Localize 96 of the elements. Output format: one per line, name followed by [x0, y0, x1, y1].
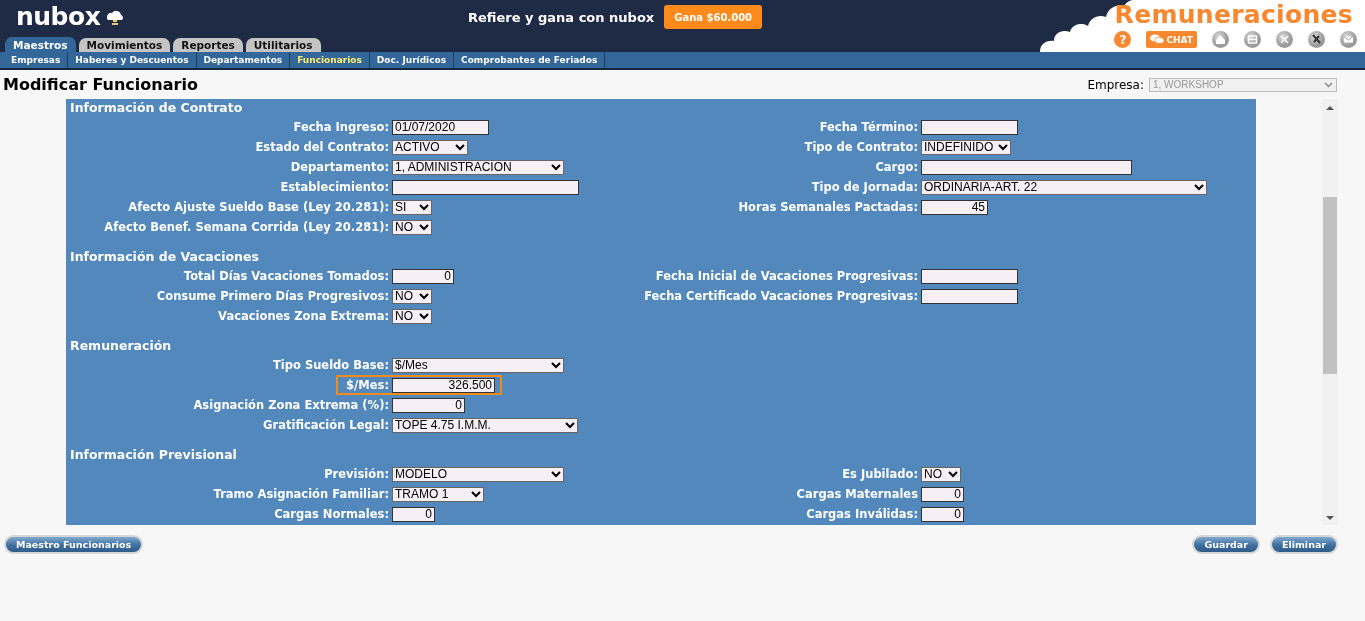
scrollbar[interactable]	[1322, 99, 1338, 525]
input-field[interactable]	[921, 288, 1018, 304]
field-label: Fecha Inicial de Vacaciones Progresivas:	[655, 269, 918, 283]
input-field[interactable]	[921, 268, 1018, 284]
scroll-up-icon[interactable]	[1326, 105, 1334, 111]
caret-icon	[551, 163, 561, 171]
nav-tab[interactable]: Movimientos	[78, 38, 171, 52]
home-icon[interactable]	[1212, 31, 1229, 48]
promo-text: Refiere y gana con nubox	[468, 9, 655, 25]
input-field[interactable]: 0	[392, 397, 465, 413]
section-heading: Remuneración	[70, 338, 173, 355]
field-label: Estado del Contrato:	[255, 140, 389, 154]
input-field[interactable]	[392, 179, 579, 195]
field-label: Vacaciones Zona Extrema:	[218, 309, 389, 323]
field-label: Establecimiento:	[280, 180, 389, 194]
field-label: Consume Primero Días Progresivos:	[156, 289, 389, 303]
field-label: Asignación Zona Extrema (%):	[193, 398, 389, 412]
caret-icon	[1194, 183, 1204, 191]
field-label: Es Jubilado:	[842, 467, 918, 481]
dropdown[interactable]: ACTIVO	[392, 139, 468, 155]
caret-icon	[551, 470, 561, 478]
input-field[interactable]: 45	[921, 199, 988, 215]
field-label: Empresa:	[1087, 77, 1144, 92]
input-field[interactable]: 01/07/2020	[392, 119, 489, 135]
field-label: Afecto Benef. Semana Corrida (Ley 20.281):	[104, 220, 389, 234]
field-label: $/Mes:	[346, 378, 389, 392]
dropdown[interactable]: $/Mes	[392, 357, 564, 373]
caret-icon	[419, 223, 429, 231]
field-label: Cargas Normales:	[274, 507, 389, 521]
nav-tab[interactable]: Utilitarios	[245, 38, 321, 52]
action-button[interactable]: Eliminar	[1269, 535, 1338, 554]
caret-icon	[471, 490, 481, 498]
input-field[interactable]	[921, 159, 1132, 175]
field-label: Fecha Ingreso:	[293, 120, 389, 134]
field-label: Total Días Vacaciones Tomados:	[183, 269, 389, 283]
field-label: Fecha Certificado Vacaciones Progresivas:	[644, 289, 918, 303]
form-icon[interactable]	[1244, 31, 1261, 48]
product-title: Remuneraciones	[1114, 0, 1353, 29]
caret-icon	[565, 421, 575, 429]
action-button[interactable]: Maestro Funcionarios	[4, 535, 144, 554]
dropdown[interactable]: TOPE 4.75 I.M.M.	[392, 417, 578, 433]
field-label: Tipo de Contrato:	[804, 140, 918, 154]
input-field[interactable]: 0	[921, 486, 964, 502]
subnav-link[interactable]: Empresas	[4, 52, 69, 68]
field-label: Horas Semanales Pactadas:	[738, 200, 918, 214]
field-label: Gratificación Legal:	[263, 418, 389, 432]
logo-text: nubox	[16, 2, 101, 31]
section-heading: Información Previsional	[70, 447, 238, 464]
field-label: Previsión:	[324, 467, 389, 481]
dropdown[interactable]: NO	[392, 288, 432, 304]
subnav-link[interactable]: Funcionarios	[290, 52, 370, 68]
caret-icon	[455, 143, 465, 151]
field-label: Tramo Asignación Familiar:	[213, 487, 389, 501]
input-field[interactable]: 0	[921, 506, 964, 522]
nav-tab[interactable]: Reportes	[173, 38, 243, 52]
caret-icon	[419, 292, 429, 300]
nav-tab[interactable]: Maestros	[5, 37, 76, 52]
caret-icon	[419, 203, 429, 211]
dropdown[interactable]: SI	[392, 199, 432, 215]
dropdown[interactable]: NO	[392, 308, 432, 324]
section-heading: Información de Contrato	[70, 100, 244, 117]
field-label: Afecto Ajuste Sueldo Base (Ley 20.281):	[128, 200, 389, 214]
dropdown[interactable]: MODELO	[392, 466, 564, 482]
input-field[interactable]: 0	[392, 506, 435, 522]
subnav-link[interactable]: Doc. Jurídicos	[369, 52, 455, 68]
caret-icon	[551, 361, 561, 369]
input-field[interactable]: 326.500	[392, 377, 495, 393]
chat-bubbles-icon	[1150, 34, 1165, 45]
field-label: Departamento:	[290, 160, 389, 174]
caret-icon	[948, 470, 958, 478]
dropdown[interactable]: TRAMO 1	[392, 486, 484, 502]
subnav-link[interactable]: Departamentos	[196, 52, 291, 68]
caret-icon	[419, 312, 429, 320]
subnav-link[interactable]: Comprobantes de Feriados	[454, 52, 606, 68]
section-heading: Información de Vacaciones	[70, 249, 260, 266]
input-field[interactable]: 0	[392, 268, 454, 284]
close-icon[interactable]	[1276, 31, 1293, 48]
page-title: Modificar Funcionario	[3, 75, 198, 94]
action-button[interactable]: Guardar	[1192, 535, 1260, 554]
field-label: Fecha Término:	[819, 120, 918, 134]
caret-icon	[998, 143, 1008, 151]
mail-icon[interactable]	[1340, 31, 1357, 48]
field-label: Cargo:	[875, 160, 918, 174]
field-label: Tipo de Jornada:	[811, 180, 918, 194]
field-label: Tipo Sueldo Base:	[272, 358, 389, 372]
dropdown[interactable]: 1, ADMINISTRACION	[392, 159, 564, 175]
input-field[interactable]	[921, 119, 1018, 135]
dropdown[interactable]: INDEFINIDO	[921, 139, 1011, 155]
subnav-link[interactable]: Haberes y Descuentos	[68, 52, 197, 68]
field-label: Cargas Maternales	[796, 487, 918, 501]
dropdown[interactable]: ORDINARIA-ART. 22	[921, 179, 1207, 195]
dropdown[interactable]: NO	[921, 466, 961, 482]
scroll-down-icon[interactable]	[1326, 515, 1334, 521]
caret-icon	[1324, 81, 1333, 88]
dropdown[interactable]: NO	[392, 219, 432, 235]
field-label: Cargas Inválidas:	[806, 507, 918, 521]
